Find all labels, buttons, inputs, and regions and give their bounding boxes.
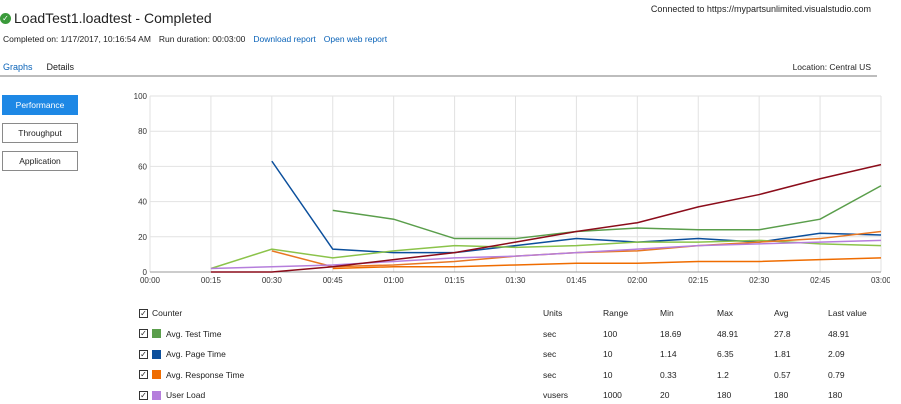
performance-button[interactable]: Performance <box>2 95 78 115</box>
run-duration: Run duration: 00:03:00 <box>158 34 246 44</box>
x-tick-label: 02:30 <box>749 276 770 285</box>
y-tick-label: 100 <box>134 92 148 101</box>
x-axis-ticks: 00:00 00:15 00:30 00:45 01:00 01:15 01:30 01:45… <box>140 276 890 285</box>
tab-details[interactable]: Details <box>47 62 75 75</box>
y-tick-label: 60 <box>138 162 147 171</box>
check-circle-icon: ✓ <box>0 12 11 24</box>
y-tick-label: 20 <box>138 233 147 242</box>
header-counter: Counter <box>152 308 183 319</box>
header-units: Units <box>543 308 563 319</box>
series-lines <box>210 160 882 273</box>
y-tick-label: 40 <box>138 198 147 207</box>
table-row: ✓ Avg. Response Time sec 10 0.33 1.2 0.5… <box>139 365 884 386</box>
avg-cell: 27.8 <box>774 328 791 339</box>
avg-cell: 0.57 <box>774 369 791 380</box>
y-tick-label: 80 <box>138 127 147 136</box>
title-row: ✓ LoadTest1.loadtest - Completed <box>0 10 212 26</box>
counter-name: Avg. Response Time <box>166 369 245 380</box>
x-tick-label: 01:45 <box>566 276 587 285</box>
units-cell: sec <box>543 328 557 339</box>
counter-name: Avg. Page Time <box>166 349 226 360</box>
header-avg: Avg <box>774 308 789 319</box>
units-cell: vusers <box>543 390 569 401</box>
min-cell: 1.14 <box>660 349 677 360</box>
x-tick-label: 00:15 <box>201 276 222 285</box>
open-web-report-link[interactable]: Open web report <box>324 34 387 44</box>
avg-cell: 1.81 <box>774 349 791 360</box>
counter-name: Avg. Test Time <box>166 328 222 339</box>
performance-chart: 020406080100 00:00 00:15 00:30 00:45 01:00 01… <box>134 92 890 285</box>
header-last-value: Last value <box>828 308 867 319</box>
x-tick-label: 00:00 <box>140 276 161 285</box>
application-button[interactable]: Application <box>2 151 78 171</box>
x-tick-label: 01:30 <box>505 276 526 285</box>
y-axis-ticks: 020406080100 <box>134 92 148 277</box>
table-header: ✓ Counter Units Range Min Max Avg Last v… <box>139 303 884 324</box>
header-range: Range <box>603 308 629 319</box>
connection-status: Connected to https://mypartsunlimited.vi… <box>650 4 871 14</box>
location-label: Location: Central US <box>792 62 871 72</box>
series-swatch <box>152 390 161 400</box>
max-cell: 1.2 <box>717 369 729 380</box>
range-cell: 1000 <box>603 390 622 401</box>
row-checkbox[interactable]: ✓ <box>139 370 148 380</box>
x-tick-label: 02:45 <box>810 276 831 285</box>
table-row: ✓ Avg. Page Time sec 10 1.14 6.35 1.81 2… <box>139 344 884 365</box>
x-tick-label: 00:45 <box>323 276 344 285</box>
counter-name: User Load <box>166 390 206 401</box>
series-line <box>332 185 882 240</box>
range-cell: 10 <box>603 369 613 380</box>
min-cell: 20 <box>660 390 670 401</box>
row-checkbox[interactable]: ✓ <box>139 390 148 400</box>
table-row: ✓ User Load vusers 1000 20 180 180 180 <box>139 385 884 404</box>
range-cell: 10 <box>603 349 613 360</box>
row-checkbox[interactable]: ✓ <box>139 329 148 339</box>
x-tick-label: 00:30 <box>262 276 283 285</box>
max-cell: 180 <box>717 390 732 401</box>
header-max: Max <box>717 308 734 319</box>
x-tick-label: 02:00 <box>627 276 648 285</box>
min-cell: 0.33 <box>660 369 677 380</box>
last-value-cell: 48.91 <box>828 328 850 339</box>
series-swatch <box>152 370 161 380</box>
download-report-link[interactable]: Download report <box>253 34 315 44</box>
select-all-checkbox[interactable]: ✓ <box>139 308 148 318</box>
max-cell: 6.35 <box>717 349 734 360</box>
view-tabs: Graphs Details <box>3 62 74 75</box>
graph-sidebar: Performance Throughput Application <box>2 95 78 171</box>
throughput-button[interactable]: Throughput <box>2 123 78 143</box>
x-tick-label: 01:15 <box>445 276 466 285</box>
avg-cell: 180 <box>774 390 789 401</box>
units-cell: sec <box>543 349 557 360</box>
min-cell: 18.69 <box>660 328 682 339</box>
last-value-cell: 2.09 <box>828 349 845 360</box>
table-row: ✓ Avg. Test Time sec 100 18.69 48.91 27.… <box>139 324 884 345</box>
row-checkbox[interactable]: ✓ <box>139 349 148 359</box>
max-cell: 48.91 <box>717 328 739 339</box>
divider <box>0 75 877 77</box>
completed-on: Completed on: 1/17/2017, 10:16:54 AM <box>3 34 151 44</box>
x-tick-label: 02:15 <box>688 276 709 285</box>
series-swatch <box>152 329 161 339</box>
range-cell: 100 <box>603 328 618 339</box>
units-cell: sec <box>543 369 557 380</box>
counter-table: ✓ Counter Units Range Min Max Avg Last v… <box>139 303 884 404</box>
tab-graphs[interactable]: Graphs <box>3 62 33 75</box>
series-swatch <box>152 349 161 359</box>
page-title: LoadTest1.loadtest - Completed <box>14 10 212 26</box>
last-value-cell: 180 <box>828 390 843 401</box>
run-info: Completed on: 1/17/2017, 10:16:54 AM Run… <box>3 34 387 44</box>
header-min: Min <box>660 308 674 319</box>
x-tick-label: 01:00 <box>384 276 405 285</box>
x-tick-label: 03:00 <box>871 276 890 285</box>
last-value-cell: 0.79 <box>828 369 845 380</box>
